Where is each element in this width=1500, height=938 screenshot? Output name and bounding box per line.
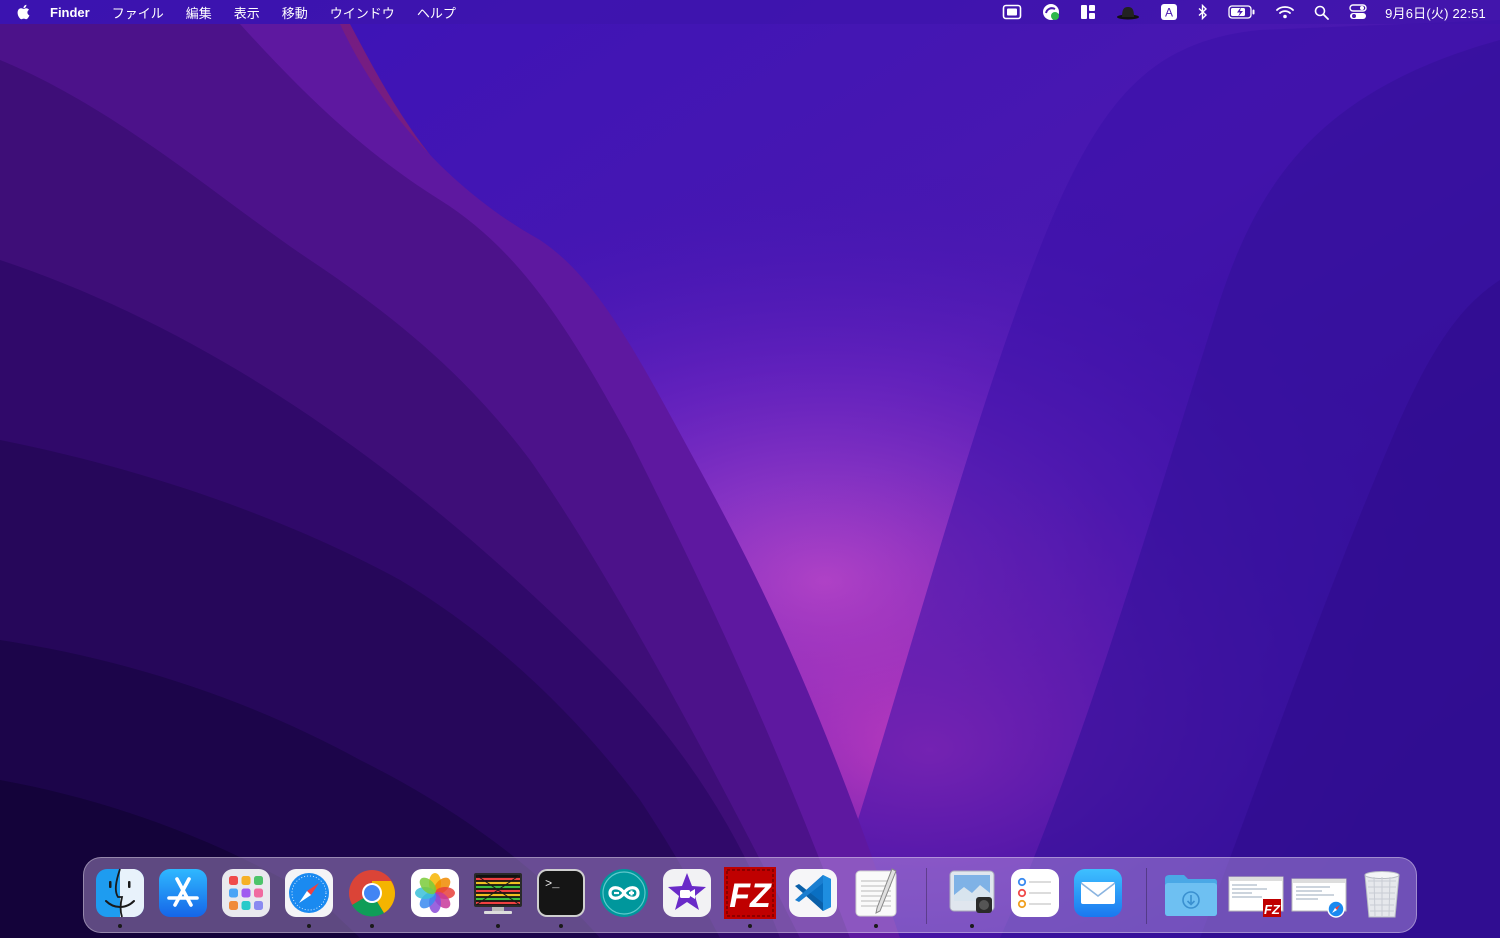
dock-separator	[1146, 868, 1147, 924]
hat-icon[interactable]	[1116, 0, 1140, 24]
menu-file[interactable]: ファイル	[112, 3, 164, 22]
apple-menu-icon[interactable]	[16, 4, 30, 20]
menu-app-finder[interactable]: Finder	[50, 5, 90, 20]
menu-edit[interactable]: 編集	[186, 3, 212, 22]
menubar-clock[interactable]: 9月6日(火) 22:51	[1385, 3, 1486, 22]
battery-icon[interactable]	[1228, 0, 1256, 24]
screen-app-icon[interactable]	[472, 867, 524, 928]
safari-icon[interactable]	[283, 867, 335, 928]
photos-icon[interactable]	[409, 867, 461, 919]
running-indicator	[118, 924, 122, 928]
bluetooth-icon[interactable]	[1198, 0, 1208, 24]
trash-icon[interactable]	[1356, 867, 1408, 919]
menu-go[interactable]: 移動	[282, 3, 308, 22]
running-indicator	[496, 924, 500, 928]
running-indicator	[370, 924, 374, 928]
running-indicator	[970, 924, 974, 928]
window-layout-icon[interactable]	[1080, 0, 1096, 24]
sync-status-icon[interactable]	[1042, 0, 1060, 24]
control-center-icon[interactable]	[1349, 0, 1367, 24]
app-store-icon[interactable]	[157, 867, 209, 919]
filezilla-badge-label: FZ	[1264, 902, 1281, 917]
textedit-icon[interactable]	[850, 867, 902, 928]
wifi-icon[interactable]	[1276, 0, 1295, 24]
menu-view[interactable]: 表示	[234, 3, 260, 22]
terminal-prompt: >_	[545, 877, 560, 891]
spotlight-icon[interactable]	[1314, 0, 1330, 24]
menu-help[interactable]: ヘルプ	[417, 3, 456, 22]
menu-window[interactable]: ウインドウ	[330, 3, 395, 22]
desktop-wallpaper	[0, 0, 1500, 938]
imovie-icon[interactable]	[661, 867, 713, 919]
reminders-icon[interactable]	[1009, 867, 1061, 919]
preview-icon[interactable]	[946, 867, 998, 928]
dock-separator	[926, 868, 927, 924]
stage-manager-icon[interactable]	[1002, 0, 1022, 24]
running-indicator	[874, 924, 878, 928]
vscode-icon[interactable]	[787, 867, 839, 919]
launchpad-icon[interactable]	[220, 867, 272, 919]
filezilla-icon[interactable]: FZ	[724, 867, 776, 928]
safari-window-icon[interactable]	[1290, 867, 1348, 919]
finder-icon[interactable]	[94, 867, 146, 928]
input-method-label: A	[1165, 6, 1173, 20]
running-indicator	[559, 924, 563, 928]
filezilla-label: FZ	[729, 877, 772, 915]
running-indicator	[307, 924, 311, 928]
terminal-icon[interactable]: >_	[535, 867, 587, 928]
menu-bar: Finder ファイル 編集 表示 移動 ウインドウ ヘルプ A 9月6日(火)…	[0, 0, 1500, 24]
filezilla-window-icon[interactable]: FZ	[1227, 867, 1285, 919]
arduino-icon[interactable]	[598, 867, 650, 919]
downloads-folder-icon[interactable]	[1162, 867, 1220, 919]
dock: >_ FZ FZ	[83, 857, 1417, 933]
running-indicator	[748, 924, 752, 928]
input-method-icon[interactable]: A	[1160, 0, 1178, 24]
chrome-icon[interactable]	[346, 867, 398, 928]
mail-icon[interactable]	[1072, 867, 1124, 919]
